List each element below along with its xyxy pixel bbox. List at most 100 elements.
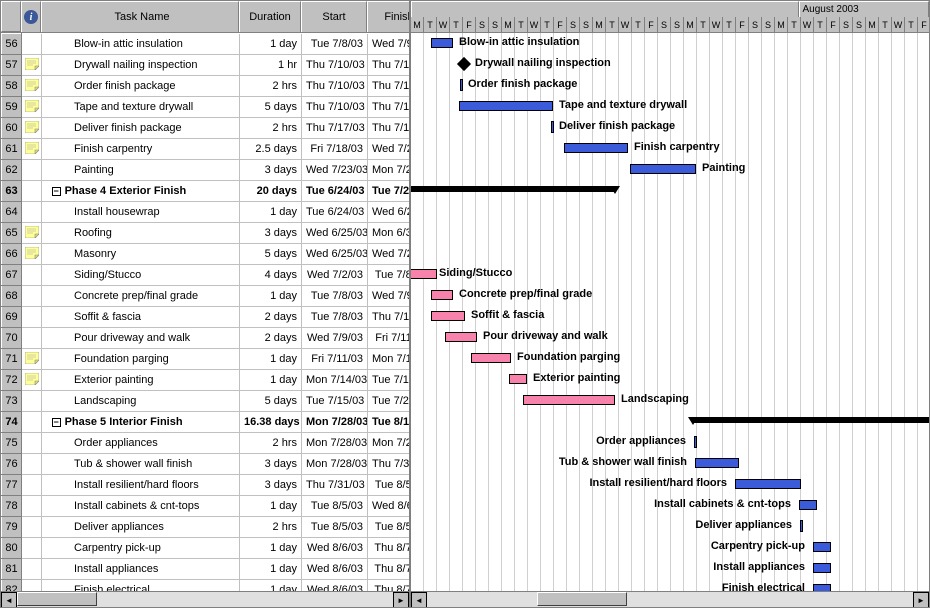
col-header-finish[interactable]: Finish [367, 1, 411, 32]
duration-cell[interactable]: 2.5 days [240, 139, 302, 160]
task-name-cell[interactable]: Drywall nailing inspection [42, 55, 240, 76]
start-cell[interactable]: Thu 7/17/03 [302, 118, 368, 139]
duration-cell[interactable]: 1 day [240, 580, 302, 592]
row-number[interactable]: 56 [2, 34, 22, 55]
table-row[interactable]: 60Deliver finish package2 hrsThu 7/17/03… [2, 118, 410, 139]
task-name-cell[interactable]: Deliver finish package [42, 118, 240, 139]
gantt-bar[interactable] [445, 332, 477, 342]
row-number[interactable]: 57 [2, 55, 22, 76]
start-cell[interactable]: Wed 7/2/03 [302, 265, 368, 286]
row-number[interactable]: 62 [2, 160, 22, 181]
gantt-row[interactable]: Deliver appliances [411, 516, 929, 537]
duration-cell[interactable]: 3 days [240, 475, 302, 496]
gantt-bar[interactable] [813, 542, 831, 552]
finish-cell[interactable]: Thu 7/10/03 [368, 76, 410, 97]
table-row[interactable]: 80Carpentry pick-up1 dayWed 8/6/03Thu 8/… [2, 538, 410, 559]
timeline-day[interactable]: W [892, 17, 905, 33]
note-cell[interactable] [22, 244, 42, 265]
note-cell[interactable] [22, 223, 42, 244]
table-row[interactable]: 69Soffit & fascia2 daysTue 7/8/03Thu 7/1… [2, 307, 410, 328]
gantt-row[interactable]: Deliver finish package [411, 117, 929, 138]
gantt-bar[interactable] [694, 436, 697, 448]
timeline-day[interactable]: M [502, 17, 515, 33]
note-cell[interactable] [22, 517, 42, 538]
duration-cell[interactable]: 3 days [240, 160, 302, 181]
start-cell[interactable]: Wed 8/6/03 [302, 538, 368, 559]
start-cell[interactable]: Mon 7/28/03 [302, 454, 368, 475]
row-number[interactable]: 78 [2, 496, 22, 517]
timeline-day[interactable]: M [411, 17, 424, 33]
timeline-day[interactable]: S [658, 17, 671, 33]
finish-cell[interactable]: Thu 7/10/03 [368, 55, 410, 76]
row-number[interactable]: 65 [2, 223, 22, 244]
task-name-cell[interactable]: Finish carpentry [42, 139, 240, 160]
table-row[interactable]: 59Tape and texture drywall5 daysThu 7/10… [2, 97, 410, 118]
note-cell[interactable] [22, 160, 42, 181]
gantt-row[interactable] [411, 222, 929, 243]
task-name-cell[interactable]: Carpentry pick-up [42, 538, 240, 559]
finish-cell[interactable]: Thu 8/7/03 [368, 580, 410, 592]
table-row[interactable]: 57Drywall nailing inspection1 hrThu 7/10… [2, 55, 410, 76]
gantt-bar[interactable] [551, 121, 554, 133]
row-number[interactable]: 81 [2, 559, 22, 580]
table-row[interactable]: 75Order appliances2 hrsMon 7/28/03Mon 7/… [2, 433, 410, 454]
note-cell[interactable] [22, 475, 42, 496]
row-number[interactable]: 77 [2, 475, 22, 496]
timeline-header[interactable]: August 2003 MTWTFSSMTWTFSSMTWTFSSMTWTFSS… [411, 1, 929, 33]
col-header-info-icon[interactable]: i [21, 1, 41, 32]
finish-cell[interactable]: Thu 7/31/03 [368, 454, 410, 475]
duration-cell[interactable]: 1 day [240, 496, 302, 517]
task-name-cell[interactable]: Finish electrical [42, 580, 240, 592]
table-row[interactable]: 72Exterior painting1 dayMon 7/14/03Tue 7… [2, 370, 410, 391]
timeline-day[interactable]: T [541, 17, 554, 33]
note-cell[interactable] [22, 412, 42, 433]
gantt-bar[interactable] [459, 101, 553, 111]
table-row[interactable]: 77Install resilient/hard floors3 daysThu… [2, 475, 410, 496]
finish-cell[interactable]: Thu 8/7/03 [368, 538, 410, 559]
row-number[interactable]: 73 [2, 391, 22, 412]
timeline-day[interactable]: F [463, 17, 476, 33]
duration-cell[interactable]: 2 hrs [240, 118, 302, 139]
finish-cell[interactable]: Thu 7/10/03 [368, 307, 410, 328]
task-name-cell[interactable]: Tape and texture drywall [42, 97, 240, 118]
timeline-day[interactable]: F [827, 17, 840, 33]
table-row[interactable]: 82Finish electrical1 dayWed 8/6/03Thu 8/… [2, 580, 410, 592]
timeline-day[interactable]: T [606, 17, 619, 33]
duration-cell[interactable]: 1 day [240, 202, 302, 223]
gantt-row[interactable]: Siding/Stucco [411, 264, 929, 285]
task-name-cell[interactable]: Install appliances [42, 559, 240, 580]
gantt-bar[interactable] [800, 520, 803, 532]
right-h-scrollbar[interactable]: ◄ ► [411, 591, 929, 607]
duration-cell[interactable]: 2 hrs [240, 433, 302, 454]
gantt-row[interactable]: Drywall nailing inspection [411, 54, 929, 75]
timeline-day[interactable]: T [723, 17, 736, 33]
task-name-cell[interactable]: Install resilient/hard floors [42, 475, 240, 496]
gantt-row[interactable]: Tub & shower wall finish [411, 453, 929, 474]
gantt-row[interactable]: Finish electrical [411, 579, 929, 591]
task-name-cell[interactable]: Roofing [42, 223, 240, 244]
finish-cell[interactable]: Wed 6/25/03 [368, 202, 410, 223]
timeline-day[interactable]: W [710, 17, 723, 33]
task-name-cell[interactable]: Painting [42, 160, 240, 181]
finish-cell[interactable]: Thu 7/17/03 [368, 97, 410, 118]
duration-cell[interactable]: 4 days [240, 265, 302, 286]
duration-cell[interactable]: 16.38 days [240, 412, 302, 433]
timeline-day[interactable]: T [632, 17, 645, 33]
row-number[interactable]: 82 [2, 580, 22, 592]
table-row[interactable]: 61Finish carpentry2.5 daysFri 7/18/03Wed… [2, 139, 410, 160]
start-cell[interactable]: Tue 8/5/03 [302, 496, 368, 517]
finish-cell[interactable]: Tue 7/22/03 [368, 391, 410, 412]
task-name-cell[interactable]: Exterior painting [42, 370, 240, 391]
timeline-day[interactable]: S [840, 17, 853, 33]
start-cell[interactable]: Fri 7/18/03 [302, 139, 368, 160]
grid-body[interactable]: 56Blow-in attic insulation1 dayTue 7/8/0… [1, 33, 409, 591]
note-cell[interactable] [22, 349, 42, 370]
task-name-cell[interactable]: Landscaping [42, 391, 240, 412]
duration-cell[interactable]: 3 days [240, 223, 302, 244]
table-row[interactable]: 76Tub & shower wall finish3 daysMon 7/28… [2, 454, 410, 475]
note-cell[interactable] [22, 139, 42, 160]
finish-cell[interactable]: Tue 7/8/03 [368, 265, 410, 286]
summary-bar[interactable] [411, 186, 616, 192]
table-row[interactable]: 67Siding/Stucco4 daysWed 7/2/03Tue 7/8/0… [2, 265, 410, 286]
finish-cell[interactable]: Tue 8/19/03 [368, 412, 410, 433]
